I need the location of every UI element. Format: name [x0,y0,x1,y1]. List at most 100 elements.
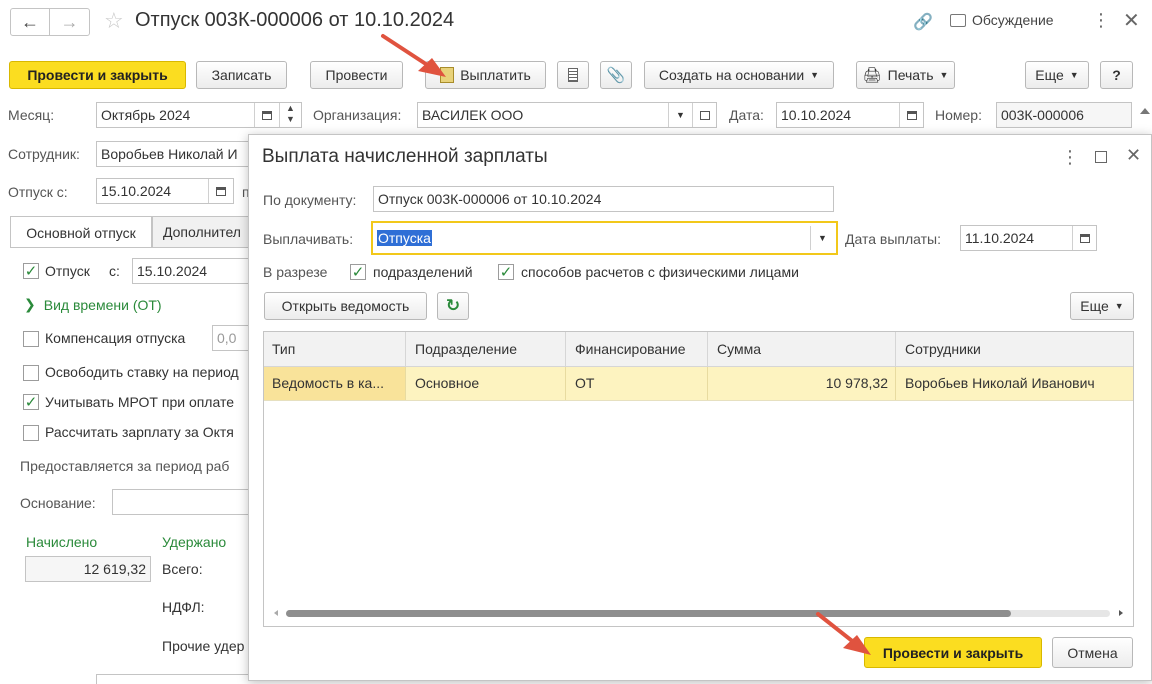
accrued-value-field: 12 619,32 [25,556,151,582]
number-field[interactable]: 003К-000006 [996,102,1132,128]
dialog-post-and-close-label: Провести и закрыть [882,644,1024,661]
month-value: Октябрь 2024 [101,107,191,123]
nav-buttons: ← → [10,8,90,36]
mrot-checkbox[interactable]: ✓ [23,394,39,410]
employee-label: Сотрудник: [8,146,80,162]
column-header-amount[interactable]: Сумма [717,341,761,357]
dropdown-arrow-icon: ▼ [818,233,827,243]
scrollbar-thumb[interactable] [286,610,1011,617]
accrued-value: 12 619,32 [83,561,146,577]
table-row[interactable]: Ведомость в ка... Основное ОТ 10 978,32 … [264,367,1133,401]
vacation-from-sub-label: с: [109,263,120,279]
horizontal-scrollbar[interactable] [264,606,1133,620]
compensation-checkbox[interactable] [23,331,39,347]
column-header-funding[interactable]: Финансирование [575,341,686,357]
create-based-on-label: Создать на основании [658,67,805,83]
post-and-close-button[interactable]: Провести и закрыть [9,61,186,89]
month-spinner[interactable]: ▲ ▼ [279,103,301,127]
maximize-icon[interactable] [1095,151,1107,163]
favorite-star-icon[interactable]: ☆ [104,8,124,34]
dialog-close-icon[interactable]: ✕ [1126,145,1141,166]
vacation-from-label: Отпуск с: [8,184,68,200]
employee-field[interactable]: Воробьев Николай И [96,141,248,167]
free-rate-label: Освободить ставку на период [45,364,239,380]
doc-label: По документу: [263,192,357,208]
create-based-on-button[interactable]: Создать на основании ▼ [644,61,834,89]
checkmark-icon: ✓ [351,263,365,281]
doc-field[interactable]: Отпуск 003К-000006 от 10.10.2024 [373,186,834,212]
pay-kind-dropdown-button[interactable]: ▼ [810,226,834,250]
page-scrollbar[interactable] [1140,108,1150,128]
refresh-button[interactable]: ↻ [437,292,469,320]
dropdown-arrow-icon: ▼ [676,110,685,120]
column-header-employees[interactable]: Сотрудники [905,341,981,357]
write-button[interactable]: Записать [196,61,287,89]
open-statement-button[interactable]: Открыть ведомость [264,292,427,320]
by-method-label: способов расчетов с физическими лицами [521,264,799,280]
more-vert-icon[interactable]: ⋮ [1092,10,1110,31]
dialog-more-vert-icon[interactable]: ⋮ [1061,147,1079,168]
tab-additional-vacation[interactable]: Дополнител [152,216,252,248]
other-withholdings-label: Прочие удер [162,638,245,654]
scroll-left-icon [274,610,278,616]
mrot-label: Учитывать МРОТ при оплате [45,394,234,410]
pay-kind-field[interactable]: Отпуска [371,221,838,255]
time-kind-link[interactable]: ❯ Вид времени (ОТ) [24,296,162,313]
org-dropdown-button[interactable]: ▼ [668,103,692,127]
calendar-button[interactable] [254,103,278,127]
compensation-field[interactable]: 0,0 [212,325,248,351]
doc-value: Отпуск 003К-000006 от 10.10.2024 [378,191,602,207]
column-divider [707,367,708,400]
pay-date-label: Дата выплаты: [845,231,941,247]
date-label: Дата: [729,107,764,123]
forward-button[interactable]: → [50,9,89,35]
compensation-value: 0,0 [217,330,237,346]
bottom-field-edge [96,674,248,684]
dialog-more-button[interactable]: Еще ▼ [1070,292,1134,320]
column-divider [405,367,406,400]
table-header: Тип Подразделение Финансирование Сумма С… [264,332,1133,367]
print-button[interactable]: 🖨 Печать ▼ [856,61,955,89]
vacation-from-value: 15.10.2024 [101,183,172,199]
tab-basic-vacation[interactable]: Основной отпуск [10,216,152,248]
open-statement-label: Открыть ведомость [281,298,410,314]
column-divider [707,332,708,367]
row-dept: Основное [415,375,480,391]
vacation-start-field[interactable]: 15.10.2024 [132,258,248,284]
back-button[interactable]: ← [11,9,51,35]
link-icon[interactable]: 🔗 [913,12,933,32]
free-rate-checkbox[interactable] [23,365,39,381]
org-open-button[interactable] [692,103,716,127]
help-button[interactable]: ? [1100,61,1133,89]
vacation-checkbox[interactable]: ✓ [23,263,39,279]
by-dept-checkbox[interactable]: ✓ [350,264,366,280]
pay-label: Выплатить [460,67,531,83]
dialog-post-and-close-button[interactable]: Провести и закрыть [864,637,1042,668]
month-label: Месяц: [8,107,55,123]
calc-salary-checkbox[interactable] [23,425,39,441]
pay-date-calendar-button[interactable] [1072,226,1096,250]
number-value: 003К-000006 [1001,107,1084,123]
column-header-type[interactable]: Тип [272,341,295,357]
pay-button[interactable]: Выплатить [425,61,546,89]
write-label: Записать [211,67,272,83]
date-calendar-button[interactable] [899,103,923,127]
printer-icon: 🖨 [862,67,882,84]
pay-doc-icon [440,67,455,83]
vacation-from-calendar-button[interactable] [208,179,232,203]
basis-field[interactable] [112,489,248,515]
cancel-button[interactable]: Отмена [1052,637,1133,668]
close-icon[interactable]: ✕ [1123,8,1140,33]
attach-button[interactable]: 📎 [600,61,632,89]
period-text: Предоставляется за период раб [20,458,230,474]
calc-salary-label: Рассчитать зарплату за Октя [45,424,234,440]
list-button[interactable] [557,61,589,89]
discussion-button[interactable]: Обсуждение [950,12,1054,28]
post-button[interactable]: Провести [310,61,403,89]
row-funding: ОТ [575,375,595,391]
by-method-checkbox[interactable]: ✓ [498,264,514,280]
column-header-dept[interactable]: Подразделение [415,341,517,357]
more-button[interactable]: Еще ▼ [1025,61,1089,89]
scroll-up-icon [1140,108,1150,114]
tab-label: Основной отпуск [26,224,136,241]
